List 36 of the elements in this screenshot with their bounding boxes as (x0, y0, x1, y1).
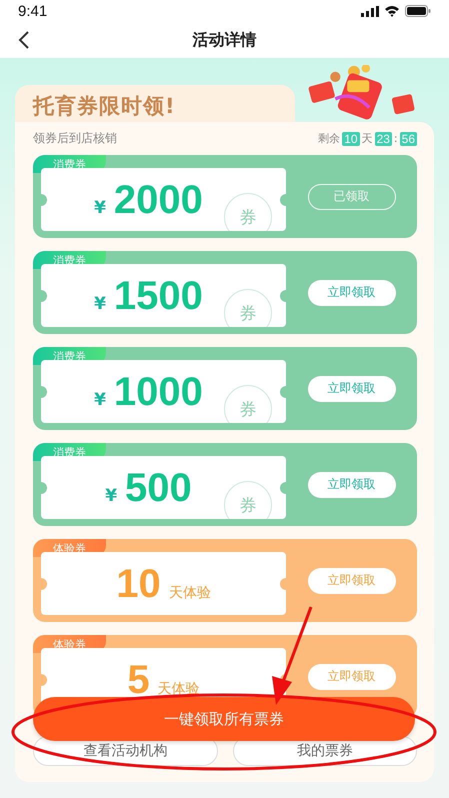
countdown-minutes: 56 (400, 132, 417, 146)
claim-all-button[interactable]: 一键领取所有票券 (33, 697, 415, 741)
coupon-unit: 天体验 (168, 584, 211, 602)
coupon-unit: 天体验 (158, 680, 200, 698)
wifi-icon (384, 5, 400, 17)
countdown-unit: 天 (362, 131, 373, 146)
claim-button[interactable]: 已领取 (308, 184, 396, 210)
coupon-stamp: 券 (224, 289, 272, 327)
claim-button[interactable]: 立即领取 (308, 568, 396, 594)
claim-button[interactable]: 立即领取 (308, 664, 396, 690)
countdown-label: 剩余 (318, 131, 340, 146)
coupon-stamp: 券 (224, 481, 272, 519)
currency-symbol: ¥ (94, 294, 106, 314)
countdown-days: 10 (342, 132, 360, 146)
battery-icon (405, 5, 431, 17)
claim-button[interactable]: 立即领取 (308, 376, 396, 402)
currency-symbol: ¥ (105, 486, 118, 506)
currency-symbol: ¥ (94, 198, 106, 218)
claim-button[interactable]: 立即领取 (308, 472, 396, 498)
coupon-amount: 2000 (114, 178, 203, 222)
countdown-hours: 23 (374, 132, 392, 146)
back-icon[interactable] (18, 31, 30, 49)
status-time: 9:41 (18, 2, 48, 20)
currency-symbol: ¥ (94, 390, 106, 410)
promo-title: 托育券限时领! (33, 93, 176, 120)
signal-icon (361, 6, 379, 16)
page-title: 活动详情 (192, 30, 256, 50)
coupon-amount: 500 (125, 466, 192, 510)
promo-subtitle: 领券后到店核销 (33, 130, 117, 147)
countdown-separator: : (394, 132, 398, 145)
coupon-stamp: 券 (224, 385, 272, 423)
coupon-amount: 10 (116, 562, 161, 606)
coupon-stamp: 券 (224, 193, 272, 231)
coupon-amount: 1500 (114, 274, 203, 318)
claim-button[interactable]: 立即领取 (308, 280, 396, 306)
coupon-amount: 1000 (114, 370, 203, 414)
